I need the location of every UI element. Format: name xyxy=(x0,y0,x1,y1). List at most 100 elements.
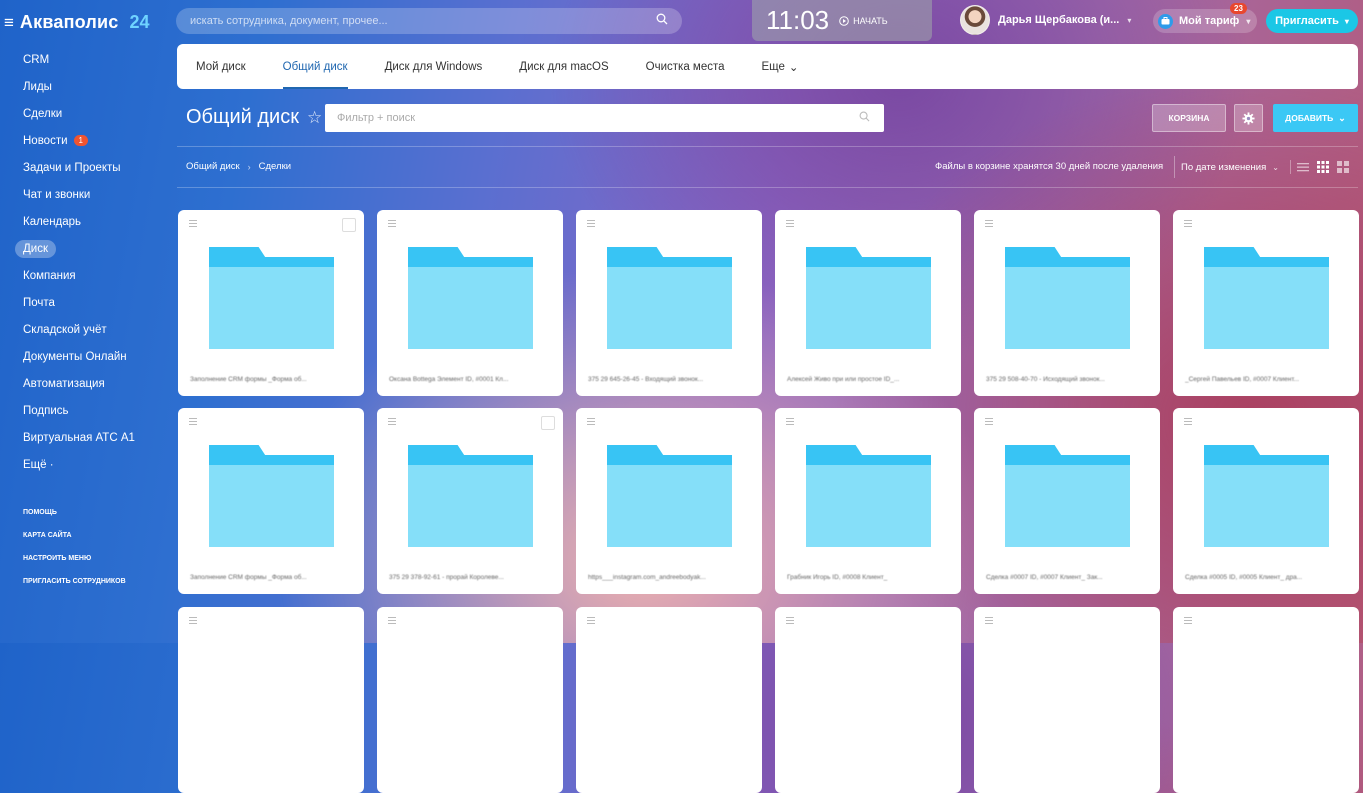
folder-name[interactable]: 375 29 378-92-61 - прорай Королеве... xyxy=(389,574,551,581)
folder-card[interactable] xyxy=(377,607,563,793)
sidebar-item[interactable]: Лиды xyxy=(0,73,170,100)
star-icon[interactable]: ☆ xyxy=(307,108,322,128)
breadcrumb-item[interactable]: Общий диск xyxy=(186,161,240,172)
folder-card[interactable] xyxy=(178,607,364,793)
card-menu-icon[interactable] xyxy=(388,220,396,229)
tab[interactable]: Общий диск xyxy=(282,44,348,89)
folder-name[interactable]: Алексей Живо при или простое ID_... xyxy=(787,376,949,383)
grid-view-icon[interactable] xyxy=(1317,161,1329,173)
folder-name[interactable]: Заполнение CRM формы _Форма об... xyxy=(190,376,352,383)
sort-select[interactable]: По дате изменения ⌄ xyxy=(1174,156,1279,178)
filter-search-input[interactable]: Фильтр + поиск xyxy=(325,104,884,132)
folder-card[interactable]: Заполнение CRM формы _Форма об... xyxy=(178,408,364,594)
tariff-button[interactable]: Мой тариф ▾ 23 xyxy=(1153,3,1257,33)
tab[interactable]: Мой диск xyxy=(196,44,246,89)
card-menu-icon[interactable] xyxy=(587,617,595,626)
sidebar-link[interactable]: ПОМОЩЬ xyxy=(0,501,170,524)
card-menu-icon[interactable] xyxy=(1184,418,1192,427)
sidebar-item[interactable]: Документы Онлайн xyxy=(0,343,170,370)
folder-card[interactable]: _Сергей Павельев ID, #0007 Клиент... xyxy=(1173,210,1359,396)
folder-card[interactable]: 375 29 645-26-45 - Входящий звонок... xyxy=(576,210,762,396)
card-menu-icon[interactable] xyxy=(189,617,197,626)
tab[interactable]: Очистка места xyxy=(646,44,725,89)
folder-card[interactable]: Сделка #0007 ID, #0007 Клиент_ Зак... xyxy=(974,408,1160,594)
card-menu-icon[interactable] xyxy=(388,617,396,626)
sidebar-item[interactable]: Компания xyxy=(0,262,170,289)
user-name[interactable]: Дарья Щербакова (и... xyxy=(998,14,1119,26)
sidebar-item[interactable]: Виртуальная АТС А1 xyxy=(0,424,170,451)
sidebar-item[interactable]: Чат и звонки xyxy=(0,181,170,208)
folder-card[interactable]: 375 29 508-40-70 - Исходящий звонок... xyxy=(974,210,1160,396)
tab[interactable]: Еще ⌄ xyxy=(762,44,799,89)
sidebar-item[interactable]: Автоматизация xyxy=(0,370,170,397)
sidebar-item[interactable]: Задачи и Проекты xyxy=(0,154,170,181)
folder-card[interactable]: Заполнение CRM формы _Форма об... xyxy=(178,210,364,396)
folder-name[interactable]: https___instagram.com_andreebodyak... xyxy=(588,574,750,581)
global-search-input[interactable]: искать сотрудника, документ, прочее... xyxy=(176,8,682,34)
card-menu-icon[interactable] xyxy=(786,220,794,229)
folder-name[interactable]: Заполнение CRM формы _Форма об... xyxy=(190,574,352,581)
logo[interactable]: ≡ Акваполис 24 xyxy=(4,10,150,34)
folder-card[interactable]: Оксана Bottega Элемент ID, #0001 Кл... xyxy=(377,210,563,396)
trash-button[interactable]: КОРЗИНА xyxy=(1152,104,1226,132)
sidebar-link[interactable]: КАРТА САЙТА xyxy=(0,524,170,547)
folder-card[interactable]: 375 29 378-92-61 - прорай Королеве... xyxy=(377,408,563,594)
search-icon[interactable] xyxy=(859,109,870,127)
folder-card[interactable]: Сделка #0005 ID, #0005 Клиент_ дра... xyxy=(1173,408,1359,594)
sidebar-item[interactable]: CRM xyxy=(0,46,170,73)
sidebar-item[interactable]: Складской учёт xyxy=(0,316,170,343)
sidebar-item[interactable]: Календарь xyxy=(0,208,170,235)
card-menu-icon[interactable] xyxy=(786,617,794,626)
card-menu-icon[interactable] xyxy=(985,617,993,626)
sidebar-link[interactable]: НАСТРОИТЬ МЕНЮ xyxy=(0,547,170,570)
user-menu[interactable]: Дарья Щербакова (и... ▾ xyxy=(960,5,1131,35)
logo-name: Акваполис xyxy=(19,11,119,32)
folder-card[interactable] xyxy=(1173,607,1359,793)
invite-button[interactable]: Пригласить ▾ xyxy=(1266,9,1358,33)
folder-card[interactable]: Алексей Живо при или простое ID_... xyxy=(775,210,961,396)
large-tiles-icon[interactable] xyxy=(1337,161,1349,173)
select-checkbox[interactable] xyxy=(541,416,555,430)
start-button[interactable]: НАЧАТЬ xyxy=(839,16,888,26)
breadcrumb-item[interactable]: Сделки xyxy=(259,161,291,172)
menu-icon[interactable]: ≡ xyxy=(4,14,14,31)
card-menu-icon[interactable] xyxy=(189,418,197,427)
folder-name[interactable]: Сделка #0007 ID, #0007 Клиент_ Зак... xyxy=(986,574,1148,581)
add-button[interactable]: ДОБАВИТЬ ⌄ xyxy=(1273,104,1358,132)
list-view-icon[interactable] xyxy=(1297,162,1309,172)
folder-card[interactable] xyxy=(576,607,762,793)
card-menu-icon[interactable] xyxy=(388,418,396,427)
sidebar-item[interactable]: Почта xyxy=(0,289,170,316)
card-menu-icon[interactable] xyxy=(1184,617,1192,626)
folder-card[interactable] xyxy=(974,607,1160,793)
select-checkbox[interactable] xyxy=(342,218,356,232)
sidebar-link[interactable]: ПРИГЛАСИТЬ СОТРУДНИКОВ xyxy=(0,570,170,593)
folder-name[interactable]: Сделка #0005 ID, #0005 Клиент_ дра... xyxy=(1185,574,1347,581)
search-icon[interactable] xyxy=(656,12,668,30)
card-menu-icon[interactable] xyxy=(189,220,197,229)
card-menu-icon[interactable] xyxy=(786,418,794,427)
card-menu-icon[interactable] xyxy=(587,220,595,229)
folder-card[interactable]: https___instagram.com_andreebodyak... xyxy=(576,408,762,594)
work-day-clock[interactable]: 11:03 НАЧАТЬ xyxy=(752,0,932,41)
settings-button[interactable] xyxy=(1234,104,1263,132)
card-menu-icon[interactable] xyxy=(985,220,993,229)
card-menu-icon[interactable] xyxy=(1184,220,1192,229)
sidebar-item[interactable]: Подпись xyxy=(0,397,170,424)
folder-card[interactable]: Грабник Игорь ID, #0008 Клиент_ xyxy=(775,408,961,594)
sidebar-item[interactable]: Ещё · xyxy=(0,451,170,478)
folder-name[interactable]: Грабник Игорь ID, #0008 Клиент_ xyxy=(787,574,949,581)
sidebar-item[interactable]: Сделки xyxy=(0,100,170,127)
sidebar-item[interactable]: Диск xyxy=(0,235,170,262)
folder-name[interactable]: 375 29 508-40-70 - Исходящий звонок... xyxy=(986,376,1148,383)
avatar[interactable] xyxy=(960,5,990,35)
folder-card[interactable] xyxy=(775,607,961,793)
tab[interactable]: Диск для Windows xyxy=(385,44,483,89)
card-menu-icon[interactable] xyxy=(587,418,595,427)
folder-name[interactable]: 375 29 645-26-45 - Входящий звонок... xyxy=(588,376,750,383)
sidebar-item[interactable]: Новости 1 xyxy=(0,127,170,154)
tab[interactable]: Диск для macOS xyxy=(519,44,608,89)
folder-name[interactable]: Оксана Bottega Элемент ID, #0001 Кл... xyxy=(389,376,551,383)
folder-name[interactable]: _Сергей Павельев ID, #0007 Клиент... xyxy=(1185,376,1347,383)
card-menu-icon[interactable] xyxy=(985,418,993,427)
